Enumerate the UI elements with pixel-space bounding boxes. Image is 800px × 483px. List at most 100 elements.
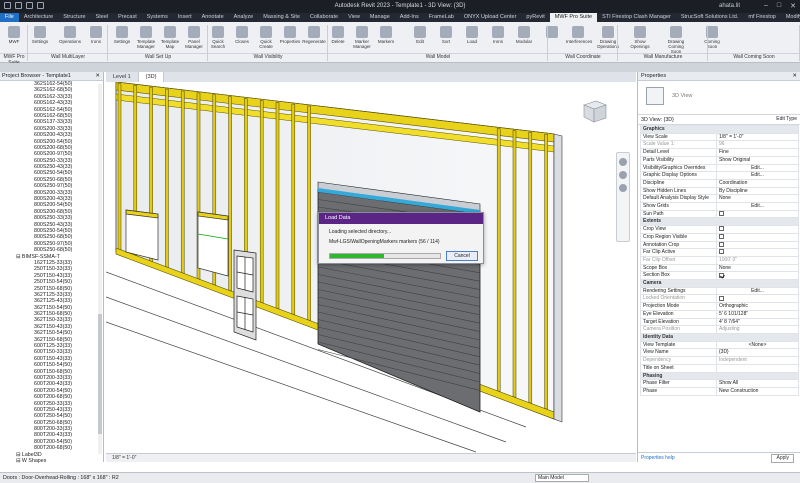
stud[interactable] [275,101,280,310]
property-category[interactable]: Camera [640,279,799,288]
checkbox[interactable] [719,295,724,301]
tab-19[interactable]: StrucSoft Solutions Ltd. [676,13,743,22]
tab-20[interactable]: mf Firestop [743,13,781,22]
ribbon-tool-7[interactable]: Panel Manager [182,24,206,52]
ribbon-tool-21[interactable] [540,24,564,52]
property-value[interactable]: 4' 8 7/64" [716,317,799,327]
property-value[interactable]: Fine [716,148,799,157]
property-value[interactable]: <None> [716,340,799,350]
property-value[interactable]: New Construction [716,386,799,396]
checkbox[interactable] [719,226,724,232]
property-value[interactable]: None [716,263,799,273]
ribbon-tool-16[interactable]: Edit [408,24,432,52]
view-control-bar[interactable]: 1/8" = 1'-0" [106,453,636,462]
scrollbar[interactable] [98,84,102,454]
property-category[interactable]: Graphics [640,125,799,134]
stud[interactable] [165,88,169,268]
tab-17[interactable]: MWF Pro Suite [549,13,598,22]
property-value[interactable]: 1/8" = 1'-0" [716,132,799,142]
property-value[interactable]: By Discipline [716,186,799,196]
tab-7[interactable]: Annotate [197,13,229,22]
ribbon-tool-25[interactable]: Drawing Coming Soon [664,24,688,54]
view-tab-1[interactable]: {3D} [138,72,165,82]
ribbon-tool-24[interactable]: Show Openings [628,24,652,52]
property-value[interactable] [716,225,799,234]
ribbon-tool-19[interactable]: Irons [486,24,510,52]
stud[interactable] [228,96,232,292]
property-value[interactable]: Edit... [716,171,799,180]
tab-16[interactable]: pyRevit [521,13,549,22]
edit-type-button[interactable]: Edit Type [776,116,797,122]
ribbon-tool-2[interactable]: Operations [58,24,82,52]
property-value[interactable]: Show Original [716,155,799,165]
tab-18[interactable]: STI Firestop Clash Manager [597,13,676,22]
stud[interactable] [117,82,122,251]
tab-14[interactable]: FrameLab [424,13,459,22]
property-value[interactable]: Independent [716,356,799,365]
ribbon-tool-6[interactable]: Template Map [158,24,182,52]
tab-11[interactable]: View [343,13,365,22]
close-icon[interactable]: ✕ [792,72,797,81]
ribbon-tool-14[interactable]: Marker Manager [350,24,374,52]
property-value[interactable] [716,209,799,219]
property-value[interactable] [716,271,799,281]
property-value[interactable] [716,363,799,373]
tab-5[interactable]: Systems [142,13,173,22]
checkbox[interactable] [719,249,724,255]
ribbon-tool-22[interactable]: Interferences [566,24,592,52]
stud[interactable] [496,128,501,392]
ribbon-tool-0[interactable]: MWF [2,24,26,52]
property-value[interactable]: {3D} [716,348,799,358]
tab-3[interactable]: Steel [91,13,114,22]
checkbox[interactable] [719,242,724,247]
wall-framing-model[interactable] [106,82,636,453]
tab-1[interactable]: Architecture [19,13,58,22]
ribbon-tool-9[interactable]: Closes [230,24,254,52]
ribbon-tool-1[interactable]: Settings [28,24,52,52]
scrollbar-thumb[interactable] [98,314,102,434]
view-cube[interactable] [576,95,612,127]
type-selector[interactable]: 3D View [638,81,800,115]
tab-9[interactable]: Massing & Site [258,13,305,22]
full-navigation-wheel-icon[interactable] [619,158,627,166]
stud[interactable] [512,129,517,398]
instance-selector[interactable]: 3D View: {3D} Edit Type [638,115,800,125]
tab-10[interactable]: Collaborate [305,13,343,22]
maximize-icon[interactable]: □ [777,2,781,10]
close-icon[interactable]: ✕ [95,72,100,81]
tab-2[interactable]: Structure [58,13,90,22]
property-value[interactable]: Orthographic [716,302,799,311]
ribbon-tool-17[interactable]: Sort [434,24,458,52]
property-category[interactable]: Identity Data [640,333,799,342]
property-value[interactable]: Adjusting [716,325,799,334]
ribbon-tool-12[interactable]: Regenerate [302,24,326,52]
3d-view-canvas[interactable]: Level 1 {3D} 1/8" = 1'-0" [106,72,636,462]
stud[interactable] [259,99,264,304]
property-value[interactable]: Coordination [716,178,799,188]
tab-13[interactable]: Add-Ins [395,13,424,22]
property-value[interactable]: Edit... [716,202,799,211]
ribbon-tool-5[interactable]: Template Manager [134,24,158,52]
property-value[interactable] [716,294,799,304]
ribbon-tool-8[interactable]: Quick Search [206,24,230,52]
ribbon-tool-26[interactable]: Coming Soon [700,24,724,52]
property-category[interactable]: Phasing [640,371,799,381]
tab-0[interactable]: File [0,13,19,22]
checkbox[interactable] [719,234,724,240]
checkbox[interactable] [719,211,724,216]
property-value[interactable] [716,240,799,250]
property-value[interactable]: 5' 6 101/128" [716,309,799,319]
tab-6[interactable]: Insert [173,13,197,22]
ribbon-tool-13[interactable]: Delete [326,24,350,52]
navigation-bar[interactable] [616,152,630,242]
property-value[interactable]: None [716,194,799,204]
checkbox[interactable] [719,272,724,278]
stud[interactable] [291,103,296,316]
ribbon-tool-4[interactable]: Settings [110,24,134,52]
apply-button[interactable]: Apply [771,454,794,463]
browser-item[interactable]: ⊟ W Shapes [0,458,103,464]
tab-4[interactable]: Precast [113,13,142,22]
close-icon[interactable]: ✕ [790,2,796,10]
zoom-icon[interactable] [619,171,627,179]
active-workset[interactable]: Main Model [535,474,589,482]
